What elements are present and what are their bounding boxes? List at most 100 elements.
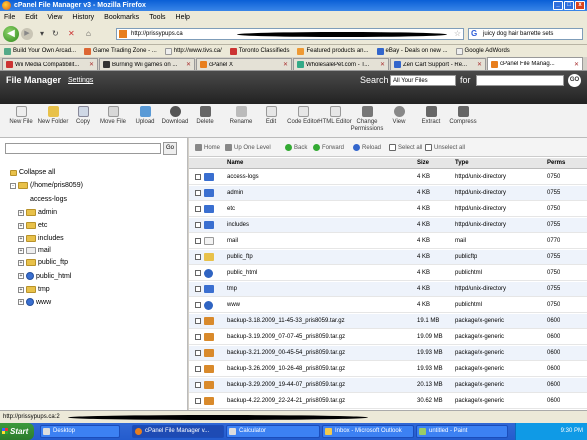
row-checkbox[interactable] — [195, 302, 201, 308]
bookmark-item[interactable]: Featured products an... — [293, 47, 372, 55]
table-row[interactable]: public_ftp 4 KB publicftp 0755 — [189, 250, 587, 265]
column-name-header[interactable]: Name — [227, 160, 243, 166]
tree-item-mail[interactable]: + mail — [18, 247, 51, 254]
tree-item-public-ftp[interactable]: + public_ftp — [18, 259, 68, 266]
history-dropdown-icon[interactable]: ▾ — [40, 29, 44, 38]
upload-button[interactable]: Upload — [128, 106, 162, 126]
reload-action-button[interactable]: Reload — [353, 144, 381, 151]
expand-icon[interactable]: + — [18, 299, 24, 305]
tree-item-tmp[interactable]: + tmp — [18, 286, 50, 293]
maximize-button[interactable]: □ — [564, 1, 574, 10]
new-file-button[interactable]: New File — [4, 106, 38, 126]
view-button[interactable]: View — [382, 106, 416, 126]
table-row[interactable]: backup-3.26.2009_10-26-48_pris8059.tar.g… — [189, 362, 587, 377]
row-checkbox[interactable] — [195, 286, 201, 292]
up-one-level-button[interactable]: Up One Level — [225, 144, 271, 151]
new-folder-button[interactable]: New Folder — [36, 106, 70, 126]
browser-tab-active[interactable]: cPanel File Manag... ✕ — [487, 57, 583, 70]
expand-icon[interactable]: + — [18, 209, 24, 216]
tree-item-etc[interactable]: + etc — [18, 222, 47, 229]
table-row[interactable]: backup-3.29.2009_19-44-07_pris8059.tar.g… — [189, 378, 587, 393]
tree-item-access-logs[interactable]: access-logs — [30, 196, 67, 203]
edit-button[interactable]: Edit — [254, 106, 288, 126]
change-permissions-button[interactable]: Change Permissions — [348, 106, 386, 133]
code-editor-button[interactable]: Code Editor — [286, 106, 320, 126]
bookmark-item[interactable]: Game Trading Zone - ... — [80, 47, 161, 55]
column-type-header[interactable]: Type — [455, 160, 469, 166]
row-checkbox[interactable] — [195, 254, 201, 260]
row-checkbox[interactable] — [195, 238, 201, 244]
taskbar-calculator[interactable]: Calculator — [226, 425, 320, 438]
row-checkbox[interactable] — [195, 222, 201, 228]
reload-icon[interactable]: ↻ — [52, 29, 59, 38]
move-file-button[interactable]: Move File — [96, 106, 130, 126]
row-checkbox[interactable] — [195, 270, 201, 276]
search-scope-select[interactable]: All Your Files — [390, 75, 456, 86]
close-tab-icon[interactable]: ✕ — [283, 61, 288, 68]
web-search-box[interactable]: G juicy dog hair barrette sets — [468, 28, 583, 40]
menu-view[interactable]: View — [47, 14, 62, 21]
table-row[interactable]: www 4 KB publichtml 0750 — [189, 298, 587, 313]
taskbar-paint[interactable]: untitled - Paint — [416, 425, 508, 438]
row-checkbox[interactable] — [195, 366, 201, 372]
menu-tools[interactable]: Tools — [149, 14, 165, 21]
home-button[interactable]: Home — [195, 144, 220, 151]
back-button[interactable]: ◀ — [3, 26, 19, 42]
expand-icon[interactable]: + — [18, 235, 24, 242]
browser-tab[interactable]: Wii Media Compatibilit... ✕ — [2, 58, 98, 70]
compress-button[interactable]: Compress — [446, 106, 480, 126]
tree-item-includes[interactable]: + includes — [18, 235, 64, 242]
browser-tab[interactable]: cPanel X ✕ — [196, 58, 292, 70]
bookmark-item[interactable]: Build Your Own Arcad... — [0, 47, 80, 55]
table-row[interactable]: backup-3.21.2009_00-45-54_pris8059.tar.g… — [189, 346, 587, 361]
tree-root[interactable]: - (/home/pris8059) — [10, 182, 83, 189]
download-button[interactable]: Download — [158, 106, 192, 126]
table-row[interactable]: backup-3.18.2009_11-45-33_pris8059.tar.g… — [189, 314, 587, 329]
table-row[interactable]: tmp 4 KB httpd/unix-directory 0755 — [189, 282, 587, 297]
bookmark-star-icon[interactable]: ☆ — [454, 29, 461, 39]
tree-item-admin[interactable]: + admin — [18, 209, 57, 216]
close-tab-icon[interactable]: ✕ — [574, 61, 579, 68]
tree-go-button[interactable]: Go — [163, 142, 177, 155]
taskbar-outlook[interactable]: Inbox - Microsoft Outlook — [322, 425, 414, 438]
close-tab-icon[interactable]: ✕ — [186, 61, 191, 68]
close-window-button[interactable]: x — [575, 1, 585, 10]
start-button[interactable]: Start — [0, 423, 34, 440]
html-editor-button[interactable]: HTML Editor — [318, 106, 352, 126]
row-checkbox[interactable] — [195, 174, 201, 180]
bookmark-item[interactable]: http://www.tivs.ca/ — [161, 47, 226, 55]
column-perms-header[interactable]: Perms — [547, 160, 565, 166]
forward-action-button[interactable]: Forward — [313, 144, 344, 151]
settings-link[interactable]: Settings — [68, 77, 93, 84]
close-tab-icon[interactable]: ✕ — [380, 61, 385, 68]
column-size-header[interactable]: Size — [417, 160, 429, 166]
expand-icon[interactable]: + — [18, 273, 24, 279]
table-row[interactable]: mail 4 KB mail 0770 — [189, 234, 587, 249]
table-row[interactable]: backup-4.22.2009_22-24-21_pris8059.tar.g… — [189, 394, 587, 409]
tree-path-input[interactable] — [5, 143, 161, 154]
browser-tab[interactable]: Zen Cart Support - Re... ✕ — [390, 58, 486, 70]
table-row[interactable]: access-logs 4 KB httpd/unix-directory 0750 — [189, 170, 587, 185]
row-checkbox[interactable] — [195, 190, 201, 196]
menu-history[interactable]: History — [72, 14, 94, 21]
row-checkbox[interactable] — [195, 382, 201, 388]
address-bar[interactable]: http://prissypups.ca ☆ — [116, 28, 464, 40]
menu-bookmarks[interactable]: Bookmarks — [104, 14, 139, 21]
table-row[interactable]: public_html 4 KB publichtml 0750 — [189, 266, 587, 281]
table-row[interactable]: admin 4 KB httpd/unix-directory 0755 — [189, 186, 587, 201]
bookmark-item[interactable]: Toronto Classifieds — [226, 47, 294, 55]
tree-item-public-html[interactable]: + public_html — [18, 272, 71, 280]
rename-button[interactable]: Rename — [224, 106, 258, 126]
back-action-button[interactable]: Back — [285, 144, 307, 151]
expand-icon[interactable]: + — [18, 259, 24, 266]
browser-tab[interactable]: WholesalePet.com - T... ✕ — [293, 58, 389, 70]
expand-icon[interactable]: + — [18, 222, 24, 229]
expand-icon[interactable]: + — [18, 286, 24, 293]
row-checkbox[interactable] — [195, 206, 201, 212]
taskbar-desktop[interactable]: Desktop — [40, 425, 120, 438]
tree-item-www[interactable]: + www — [18, 298, 51, 306]
taskbar-firefox[interactable]: cPanel File Manager v... — [132, 425, 224, 438]
unselect-all-button[interactable]: Unselect all — [425, 144, 465, 151]
table-row[interactable]: etc 4 KB httpd/unix-directory 0750 — [189, 202, 587, 217]
delete-button[interactable]: Delete — [188, 106, 222, 126]
